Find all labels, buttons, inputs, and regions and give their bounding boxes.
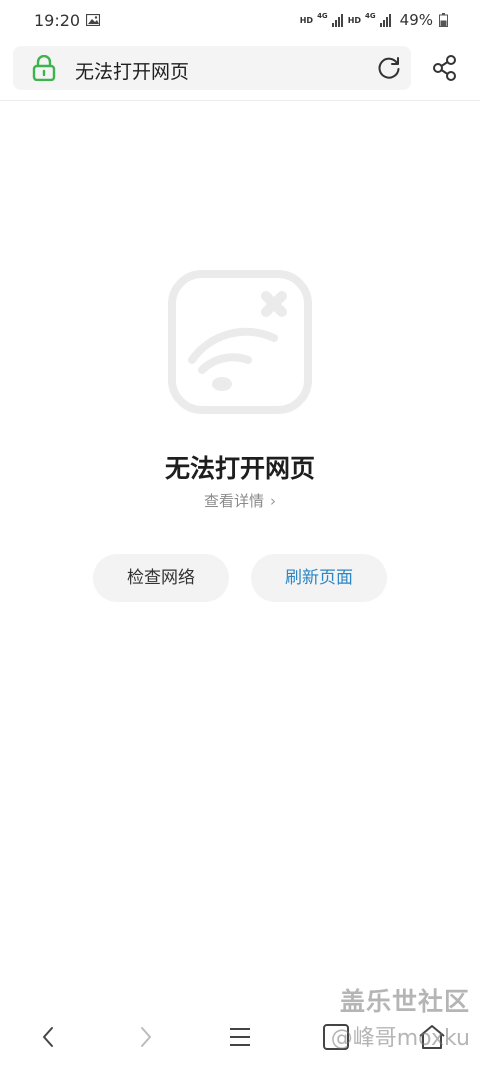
signal-icon [379,14,391,27]
gallery-icon [86,14,100,26]
signal-icon [331,14,343,27]
forward-icon[interactable] [128,1020,162,1054]
status-indicators: HD 4G HD 4G 49% [300,11,448,29]
browser-screen: 19:20 HD 4G HD 4G 49% 无法打开网页 无法打开网页 查看详情… [0,0,480,1066]
status-time: 19:20 [34,11,81,30]
watermark-author: @峰哥moxku [330,1026,470,1051]
reload-icon[interactable] [376,55,402,81]
watermark-title: 盖乐世社区 [339,987,470,1016]
network-label-2: HD [347,15,362,25]
refresh-page-button[interactable]: 刷新页面 [251,554,387,602]
error-title: 无法打开网页 [164,454,315,483]
address-bar[interactable]: 无法打开网页 [13,46,411,90]
network-gen-1: 4G [317,12,328,20]
no-connection-illustration [168,270,312,414]
status-bar: 19:20 HD 4G HD 4G 49% [0,0,480,42]
lock-icon[interactable] [32,55,56,81]
view-details-link[interactable]: 查看详情 › [0,490,480,511]
network-label-1: HD [299,15,314,25]
back-icon[interactable] [32,1020,66,1054]
check-network-button[interactable]: 检查网络 [93,554,229,602]
menu-icon[interactable] [223,1020,257,1054]
chevron-right-icon: › [270,492,276,510]
battery-icon [439,13,448,27]
network-gen-2: 4G [365,12,376,20]
header-divider [0,100,480,101]
page-title-field[interactable]: 无法打开网页 [75,57,189,84]
view-details-label[interactable]: 查看详情 [204,492,264,510]
battery-percentage: 49% [399,11,433,29]
share-icon[interactable] [432,54,458,82]
